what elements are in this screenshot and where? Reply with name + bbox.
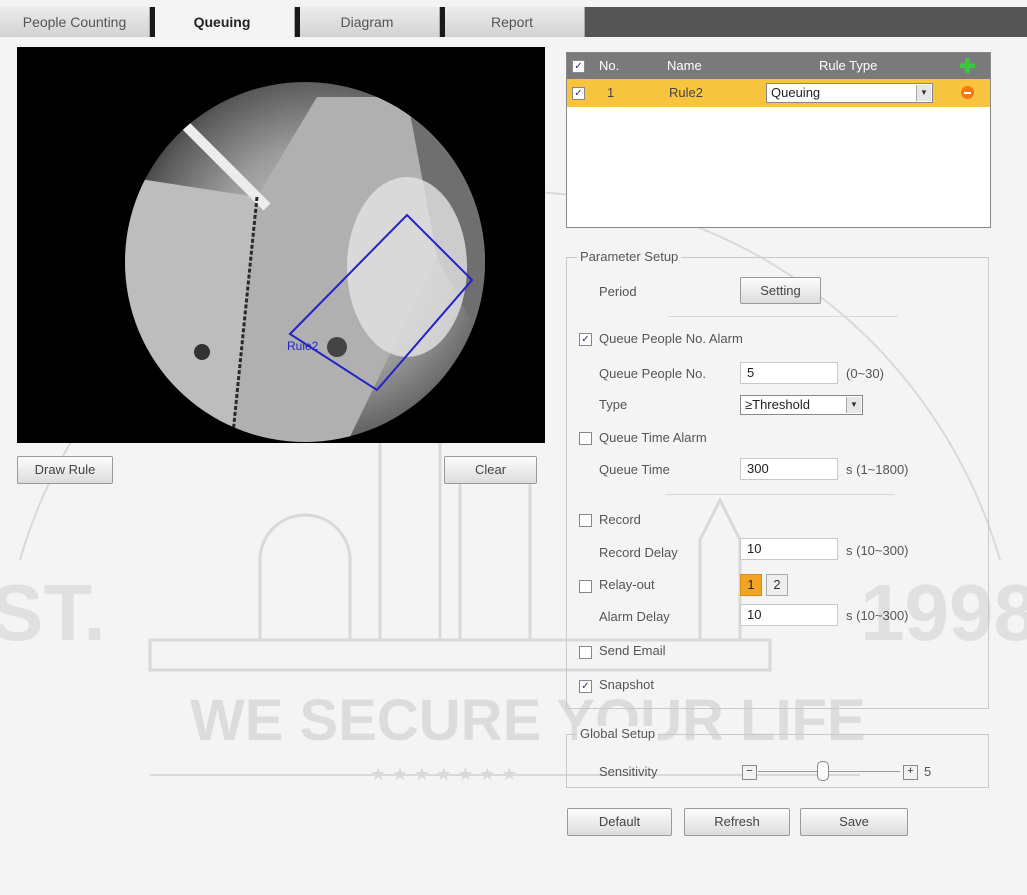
- watermark-left: ST.: [0, 568, 106, 657]
- queue-time-alarm-checkbox[interactable]: [579, 432, 592, 445]
- rule-row-name: Rule2: [669, 85, 703, 100]
- type-label: Type: [599, 397, 628, 412]
- record-delay-label: Record Delay: [599, 545, 678, 560]
- tab-people-counting[interactable]: People Counting: [0, 7, 150, 37]
- queue-people-alarm-label: Queue People No. Alarm: [599, 331, 743, 346]
- relay-out-label: Relay-out: [599, 577, 655, 592]
- queue-time-range: s (1~1800): [846, 462, 909, 477]
- global-setup-panel: Global Setup: [566, 726, 989, 788]
- header-rule-type: Rule Type: [819, 58, 878, 73]
- queue-time-alarm-label: Queue Time Alarm: [599, 430, 707, 445]
- snapshot-checkbox[interactable]: ✓: [579, 680, 592, 693]
- send-email-label: Send Email: [599, 643, 666, 658]
- clear-button[interactable]: Clear: [444, 456, 537, 484]
- rule-table-header: ✓ No. Name Rule Type ✚: [567, 53, 990, 79]
- sensitivity-label: Sensitivity: [599, 764, 658, 779]
- header-no: No.: [599, 58, 620, 73]
- rule-type-select[interactable]: Queuing ▼: [766, 83, 933, 103]
- record-checkbox[interactable]: [579, 514, 592, 527]
- parameter-setup-legend: Parameter Setup: [577, 249, 682, 264]
- sensitivity-track: [758, 771, 900, 772]
- tab-diagram[interactable]: Diagram: [295, 7, 440, 37]
- type-select[interactable]: ≥Threshold ▼: [740, 395, 863, 415]
- delete-rule-icon[interactable]: [961, 86, 974, 99]
- sensitivity-decrease-button[interactable]: −: [742, 765, 757, 780]
- global-setup-legend: Global Setup: [577, 726, 659, 741]
- parameter-setup-panel: Parameter Setup: [566, 249, 989, 709]
- relay-out-checkbox[interactable]: [579, 580, 592, 593]
- add-rule-icon[interactable]: ✚: [959, 54, 976, 79]
- refresh-button[interactable]: Refresh: [684, 808, 790, 836]
- chevron-down-icon: ▼: [916, 85, 931, 101]
- snapshot-label: Snapshot: [599, 677, 654, 692]
- tab-bar-fill: [585, 7, 1027, 37]
- relay-channel-2[interactable]: 2: [766, 574, 788, 596]
- queue-people-no-input[interactable]: 5: [740, 362, 838, 384]
- period-label: Period: [599, 284, 637, 299]
- rule-row-checkbox[interactable]: ✓: [572, 87, 585, 100]
- divider: [668, 316, 898, 317]
- record-delay-range: s (10~300): [846, 543, 909, 558]
- queue-people-alarm-checkbox[interactable]: ✓: [579, 333, 592, 346]
- watermark-stars: ★ ★ ★ ★ ★ ★ ★: [370, 764, 517, 785]
- alarm-delay-range: s (10~300): [846, 608, 909, 623]
- default-button[interactable]: Default: [567, 808, 672, 836]
- queue-people-no-range: (0~30): [846, 366, 884, 381]
- queue-time-label: Queue Time: [599, 462, 670, 477]
- queue-people-no-label: Queue People No.: [599, 366, 706, 381]
- relay-channel-1[interactable]: 1: [740, 574, 762, 596]
- alarm-delay-label: Alarm Delay: [599, 609, 670, 624]
- select-all-checkbox[interactable]: ✓: [572, 60, 585, 73]
- rule-row-no: 1: [607, 85, 615, 100]
- tab-queuing[interactable]: Queuing: [150, 7, 295, 37]
- rule-row[interactable]: ✓ 1 Rule2 Queuing ▼: [567, 79, 990, 107]
- record-label: Record: [599, 512, 641, 527]
- sensitivity-increase-button[interactable]: +: [903, 765, 918, 780]
- video-preview[interactable]: Rule2: [17, 47, 545, 443]
- header-name: Name: [667, 58, 702, 73]
- setting-button[interactable]: Setting: [740, 277, 821, 304]
- chevron-down-icon: ▼: [846, 397, 861, 413]
- tab-report[interactable]: Report: [440, 7, 585, 37]
- draw-rule-button[interactable]: Draw Rule: [17, 456, 113, 484]
- queue-time-input[interactable]: 300: [740, 458, 838, 480]
- send-email-checkbox[interactable]: [579, 646, 592, 659]
- sensitivity-slider-handle[interactable]: [817, 761, 829, 781]
- sensitivity-value: 5: [924, 764, 932, 779]
- save-button[interactable]: Save: [800, 808, 908, 836]
- tab-bar: People Counting Queuing Diagram Report: [0, 0, 1027, 37]
- alarm-delay-input[interactable]: 10: [740, 604, 838, 626]
- rule-region-label: Rule2: [287, 339, 319, 353]
- rule-table: ✓ No. Name Rule Type ✚ ✓ 1 Rule2 Queuing…: [566, 52, 991, 228]
- divider: [665, 494, 895, 495]
- record-delay-input[interactable]: 10: [740, 538, 838, 560]
